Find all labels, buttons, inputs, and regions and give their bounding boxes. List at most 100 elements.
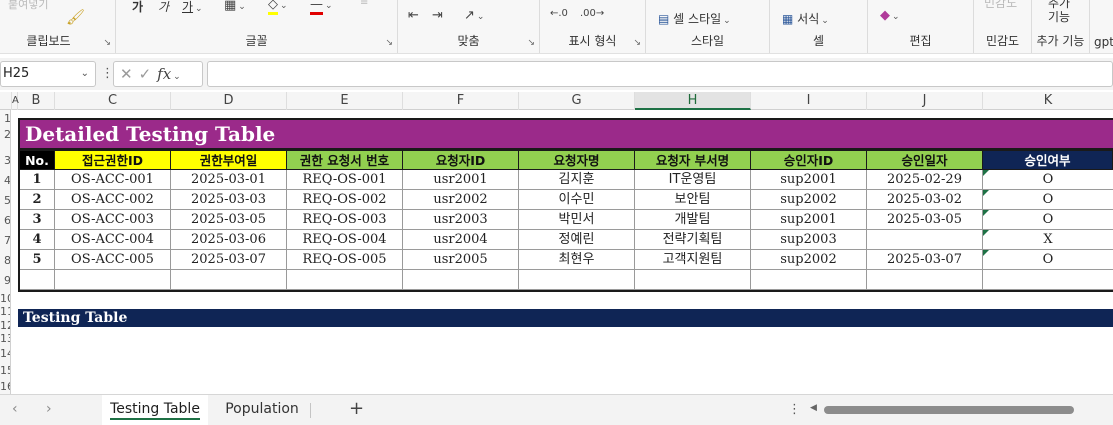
table-cell[interactable]: sup2001 (751, 210, 867, 230)
table-cell[interactable]: 정예린 (519, 230, 635, 250)
column-header-cell[interactable]: 요청자명 (519, 150, 635, 170)
column-header-e[interactable]: E (287, 92, 403, 110)
cancel-icon[interactable]: ✕ (120, 65, 139, 83)
table-cell[interactable]: 2025-02-29 (867, 170, 983, 190)
table-cell[interactable]: 4 (20, 230, 55, 250)
eraser-icon[interactable]: ◆ ⌄ (880, 8, 900, 23)
table-cell[interactable]: O (983, 250, 1113, 270)
table-cell[interactable]: 2025-03-03 (171, 190, 287, 210)
table-title[interactable]: Detailed Testing Table (18, 118, 1113, 150)
table-cell[interactable]: usr2004 (403, 230, 519, 250)
column-header-cell[interactable]: 요청자 부서명 (635, 150, 751, 170)
font-decrease-button[interactable]: 가 (158, 0, 169, 15)
table-cell[interactable]: IT운영팀 (635, 170, 751, 190)
sheet-tab-testing-table[interactable]: Testing Table (102, 395, 208, 425)
column-header-h[interactable]: H (635, 92, 751, 110)
paste-button[interactable]: 붙여넣기 (8, 0, 48, 12)
table-cell[interactable] (20, 270, 55, 290)
number-launcher-icon[interactable]: ↘ (633, 38, 641, 48)
column-header-j[interactable]: J (867, 92, 983, 110)
table-cell[interactable]: 3 (20, 210, 55, 230)
select-all-corner[interactable] (0, 92, 12, 110)
font-color-icon[interactable]: — ⌄ (310, 0, 333, 15)
table-cell[interactable]: sup2001 (751, 170, 867, 190)
next-sheet-icon[interactable]: › (46, 401, 52, 417)
table-cell[interactable] (287, 270, 403, 290)
table-cell[interactable]: REQ-OS-001 (287, 170, 403, 190)
row-header[interactable]: 10 (0, 292, 10, 306)
column-header-b[interactable]: B (18, 92, 55, 110)
section-title[interactable]: Testing Table (18, 309, 1113, 327)
table-cell[interactable] (403, 270, 519, 290)
enter-icon[interactable]: ✓ (139, 65, 158, 83)
table-cell[interactable]: 박민서 (519, 210, 635, 230)
table-cell[interactable]: 2025-03-07 (171, 250, 287, 270)
table-cell[interactable]: 보안팀 (635, 190, 751, 210)
decrease-indent-icon[interactable]: ⇤ (408, 8, 419, 23)
table-cell[interactable]: usr2002 (403, 190, 519, 210)
table-cell[interactable]: 최현우 (519, 250, 635, 270)
row-header[interactable]: 6 (0, 214, 10, 228)
table-cell[interactable]: usr2005 (403, 250, 519, 270)
table-cell[interactable]: O (983, 210, 1113, 230)
column-header-cell[interactable]: 승인일자 (867, 150, 983, 170)
chevron-down-icon[interactable]: ⌄ (173, 72, 187, 82)
row-header[interactable]: 9 (0, 274, 10, 288)
scroll-left-icon[interactable]: ◀ (810, 403, 817, 413)
table-cell[interactable]: 이수민 (519, 190, 635, 210)
table-cell[interactable]: O (983, 190, 1113, 210)
table-cell[interactable]: sup2003 (751, 230, 867, 250)
prev-sheet-icon[interactable]: ‹ (12, 401, 18, 417)
name-box[interactable]: H25 ⌄ (0, 61, 96, 87)
table-cell[interactable]: 1 (20, 170, 55, 190)
column-header-cell[interactable]: No. (18, 150, 55, 170)
row-header[interactable]: 2 (0, 128, 10, 142)
table-cell[interactable] (867, 230, 983, 250)
table-cell[interactable]: OS-ACC-001 (55, 170, 171, 190)
fill-color-icon[interactable]: ◇ ⌄ (268, 0, 288, 15)
sheet-tab-population[interactable]: Population (216, 395, 308, 425)
table-cell[interactable]: 2025-03-01 (171, 170, 287, 190)
table-cell[interactable]: 2025-03-05 (867, 210, 983, 230)
row-header[interactable]: 3 (0, 154, 10, 168)
table-cell[interactable]: REQ-OS-003 (287, 210, 403, 230)
table-cell[interactable] (171, 270, 287, 290)
row-header[interactable]: 11 (0, 305, 10, 319)
table-cell[interactable]: REQ-OS-005 (287, 250, 403, 270)
table-cell[interactable]: sup2002 (751, 250, 867, 270)
table-cell[interactable]: OS-ACC-002 (55, 190, 171, 210)
add-sheet-button[interactable]: + (349, 398, 364, 419)
table-cell[interactable]: OS-ACC-003 (55, 210, 171, 230)
table-cell[interactable]: 2025-03-05 (171, 210, 287, 230)
row-header[interactable]: 4 (0, 174, 10, 188)
table-cell[interactable]: 전략기획팀 (635, 230, 751, 250)
table-cell[interactable] (983, 270, 1113, 290)
table-cell[interactable] (867, 270, 983, 290)
column-header-cell[interactable]: 접근권한ID (55, 150, 171, 170)
column-header-cell[interactable]: 승인자ID (751, 150, 867, 170)
column-header-cell[interactable]: 요청자ID (403, 150, 519, 170)
borders-icon[interactable]: ▦ ⌄ (224, 0, 246, 13)
column-header-k[interactable]: K (983, 92, 1113, 110)
table-cell[interactable]: usr2001 (403, 170, 519, 190)
horizontal-scrollbar[interactable]: ◀ (808, 403, 1113, 416)
row-header[interactable]: 7 (0, 234, 10, 248)
row-header[interactable]: 5 (0, 194, 10, 208)
row-header[interactable]: 14 (0, 347, 10, 361)
table-cell[interactable] (751, 270, 867, 290)
increase-decimal-icon[interactable]: ←.0 (550, 8, 568, 19)
insert-function-icon[interactable]: fx (157, 65, 171, 83)
font-launcher-icon[interactable]: ↘ (385, 38, 393, 48)
extra-font-icon[interactable]: ≡ (360, 0, 368, 8)
column-header-i[interactable]: I (751, 92, 867, 110)
table-cell[interactable]: OS-ACC-005 (55, 250, 171, 270)
table-cell[interactable]: X (983, 230, 1113, 250)
table-cell[interactable]: 김지훈 (519, 170, 635, 190)
spreadsheet-grid[interactable]: Detailed Testing Table No. 접근권한ID 권한부여일 권한 … (12, 110, 1113, 394)
row-header[interactable]: 8 (0, 254, 10, 268)
table-cell[interactable]: 2025-03-02 (867, 190, 983, 210)
phonetic-button[interactable]: 가 ⌄ (182, 0, 203, 15)
cell-style-button[interactable]: ▤ 셀 스타일 ⌄ (658, 10, 731, 27)
alignment-launcher-icon[interactable]: ↘ (527, 38, 535, 48)
column-header-cell[interactable]: 권한 요청서 번호 (287, 150, 403, 170)
